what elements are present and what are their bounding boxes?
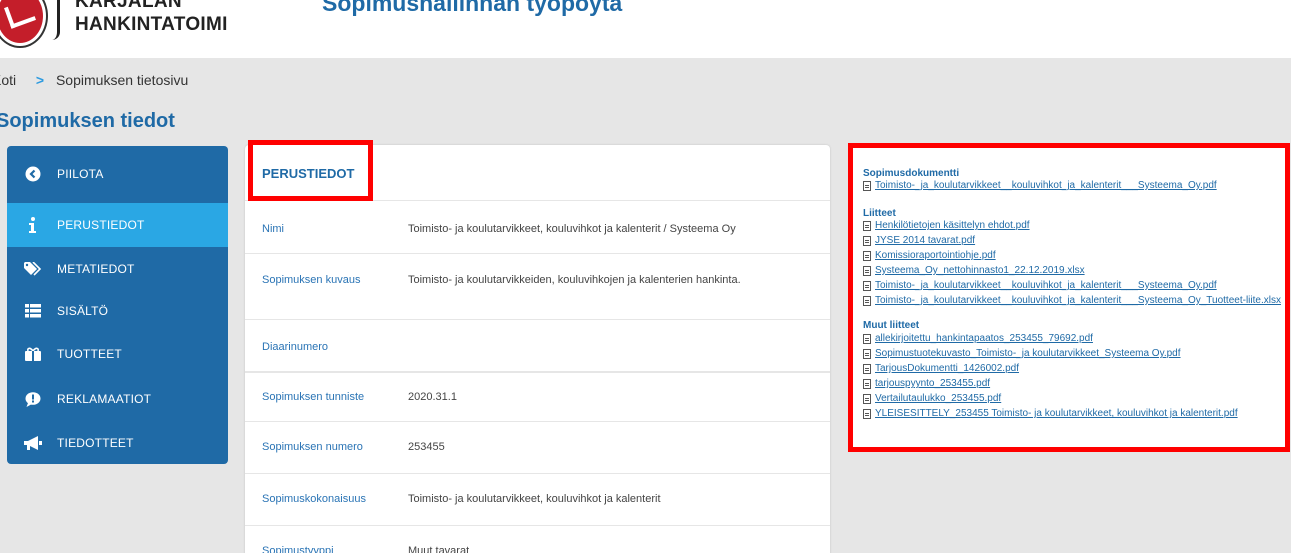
field-value: Toimisto- ja koulutarvikkeiden, kouluvih…	[408, 274, 741, 286]
document-link[interactable]: Henkilötietojen käsittelyn ehdot.pdf	[863, 220, 1030, 231]
sidebar: PIILOTA PERUSTIEDOT METATIEDOT SISÄLTÖ T…	[7, 146, 228, 464]
comment-alert-icon	[24, 390, 42, 408]
file-icon	[863, 220, 871, 231]
logo-divider	[52, 0, 60, 40]
file-icon	[863, 408, 871, 419]
document-link-text: TarjousDokumentti_1426002.pdf	[875, 363, 1019, 374]
document-link[interactable]: Sopimustuotekuvasto_Toimisto-_ja kouluta…	[863, 348, 1181, 359]
other-attachments-heading: Muut liitteet	[863, 320, 920, 331]
file-icon	[863, 180, 871, 191]
file-icon	[863, 280, 871, 291]
file-icon	[863, 295, 871, 306]
field-label: Sopimuksen tunniste	[262, 391, 365, 403]
sidebar-item-label: TUOTTEET	[57, 347, 122, 361]
document-link-text: allekirjoitettu_hankintapaatos_253455_79…	[875, 333, 1093, 344]
file-icon	[863, 333, 871, 344]
field-value: Toimisto- ja koulutarvikkeet, kouluvihko…	[408, 493, 661, 505]
document-link-text: Vertailutaulukko_253455.pdf	[875, 393, 1002, 404]
contract-docs-heading: Sopimusdokumentti	[863, 168, 960, 179]
logo-text[interactable]: KARJALAN HANKINTATOIMI	[75, 0, 228, 36]
document-link[interactable]: JYSE 2014 tavarat.pdf	[863, 235, 975, 246]
tags-icon	[24, 260, 42, 278]
file-icon	[863, 378, 871, 389]
sidebar-item-reklamaatiot[interactable]: REKLAMAATIOT	[7, 377, 228, 421]
app-title: Sopimushallinnan työpöytä	[322, 0, 623, 16]
field-value: Muut tavarat	[408, 545, 470, 553]
document-link-text: Toimisto-_ja_koulutarvikkeet__kouluvihko…	[875, 295, 1281, 306]
document-link[interactable]: allekirjoitettu_hankintapaatos_253455_79…	[863, 333, 1093, 344]
field-label: Diaarinumero	[262, 341, 329, 353]
sidebar-item-label: TIEDOTTEET	[57, 436, 134, 450]
field-label: Nimi	[262, 223, 284, 235]
file-icon	[863, 363, 871, 374]
info-icon	[24, 216, 42, 234]
highlight-box	[248, 140, 373, 201]
field-value: Toimisto- ja koulutarvikkeet, kouluvihko…	[408, 223, 736, 235]
sidebar-item-label: SISÄLTÖ	[57, 304, 109, 318]
sidebar-item-sisalto[interactable]: SISÄLTÖ	[7, 289, 228, 333]
field-label: Sopimuksen kuvaus	[262, 274, 361, 286]
document-link-text: JYSE 2014 tavarat.pdf	[875, 235, 976, 246]
sidebar-item-label: REKLAMAATIOT	[57, 392, 152, 406]
attachments-heading: Liitteet	[863, 208, 896, 219]
sidebar-item-label: METATIEDOT	[57, 262, 135, 276]
document-link-text: YLEISESITTELY_253455 Toimisto- ja koulut…	[875, 408, 1238, 419]
document-link[interactable]: tarjouspyynto_253455.pdf	[863, 378, 990, 389]
file-icon	[863, 348, 871, 359]
breadcrumb-current: Sopimuksen tietosivu	[55, 72, 189, 88]
document-link[interactable]: Toimisto-_ja_koulutarvikkeet__kouluvihko…	[863, 180, 1217, 191]
logo-line2: HANKINTATOIMI	[75, 14, 228, 35]
field-label: Sopimustyyppi	[262, 545, 334, 553]
field-label: Sopimuskokonaisuus	[262, 493, 366, 505]
file-icon	[863, 393, 871, 404]
basic-info-panel: PERUSTIEDOT Nimi Toimisto- ja koulutarvi…	[245, 140, 830, 553]
documents-panel: Sopimusdokumentti Toimisto-_ja_koulutarv…	[848, 143, 1290, 452]
sidebar-item-label: PERUSTIEDOT	[57, 218, 145, 232]
file-icon	[863, 250, 871, 261]
field-value: 2020.31.1	[408, 391, 457, 403]
document-link-text: Systeema_Oy_nettohinnasto1_22.12.2019.xl…	[875, 265, 1085, 276]
sidebar-item-metatiedot[interactable]: METATIEDOT	[7, 247, 228, 291]
file-icon	[863, 235, 871, 246]
table-row: Sopimuksen tunniste 2020.31.1	[245, 372, 830, 422]
document-link-text: tarjouspyynto_253455.pdf	[875, 378, 991, 389]
sidebar-item-tuotteet[interactable]: TUOTTEET	[7, 332, 228, 376]
document-link[interactable]: TarjousDokumentti_1426002.pdf	[863, 363, 1019, 374]
table-row	[245, 320, 830, 372]
sidebar-item-tiedotteet[interactable]: TIEDOTTEET	[7, 421, 228, 464]
table-row: Sopimustyyppi Muut tavarat	[245, 526, 830, 553]
document-link-text: Henkilötietojen käsittelyn ehdot.pdf	[875, 220, 1030, 231]
gift-icon	[24, 345, 42, 363]
table-row: Sopimuksen kuvaus Toimisto- ja koulutarv…	[245, 254, 830, 320]
breadcrumb-home-link[interactable]: Koti	[0, 72, 24, 88]
document-link[interactable]: YLEISESITTELY_253455 Toimisto- ja koulut…	[863, 408, 1238, 419]
megaphone-icon	[24, 434, 42, 452]
document-link[interactable]: Toimisto-_ja_koulutarvikkeet__kouluvihko…	[863, 295, 1281, 306]
breadcrumb-separator-icon: >	[35, 72, 45, 88]
document-link[interactable]: Toimisto-_ja_koulutarvikkeet__kouluvihko…	[863, 280, 1217, 291]
list-icon	[24, 302, 42, 320]
table-row: Sopimuksen numero 253455	[245, 422, 830, 474]
sidebar-item-perustiedot[interactable]: PERUSTIEDOT	[7, 203, 228, 247]
sidebar-item-label: PIILOTA	[57, 167, 104, 181]
file-icon	[863, 265, 871, 276]
logo-emblem-icon[interactable]	[0, 0, 46, 46]
document-link-text: Toimisto-_ja_koulutarvikkeet__kouluvihko…	[875, 280, 1217, 291]
document-link-text: Toimisto-_ja_koulutarvikkeet__kouluvihko…	[875, 180, 1217, 191]
field-label: Sopimuksen numero	[262, 441, 363, 453]
table-row: Sopimuskokonaisuus Toimisto- ja koulutar…	[245, 474, 830, 526]
logo-line1: KARJALAN	[75, 0, 182, 12]
page-title: Sopimuksen tiedot	[0, 110, 175, 132]
app-header: KARJALAN HANKINTATOIMI Sopimushallinnan …	[0, 0, 1291, 58]
chevron-left-icon	[24, 165, 42, 183]
sidebar-item-hide[interactable]: PIILOTA	[7, 152, 228, 196]
document-link-text: Komissioraportointiohje.pdf	[875, 250, 996, 261]
document-link[interactable]: Vertailutaulukko_253455.pdf	[863, 393, 1001, 404]
table-row: Nimi Toimisto- ja koulutarvikkeet, koulu…	[245, 202, 830, 254]
document-link[interactable]: Komissioraportointiohje.pdf	[863, 250, 996, 261]
document-link-text: Sopimustuotekuvasto_Toimisto-_ja kouluta…	[875, 348, 1181, 359]
breadcrumb: Koti > Sopimuksen tietosivu	[0, 72, 188, 88]
field-value: 253455	[408, 441, 445, 453]
document-link[interactable]: Systeema_Oy_nettohinnasto1_22.12.2019.xl…	[863, 265, 1085, 276]
